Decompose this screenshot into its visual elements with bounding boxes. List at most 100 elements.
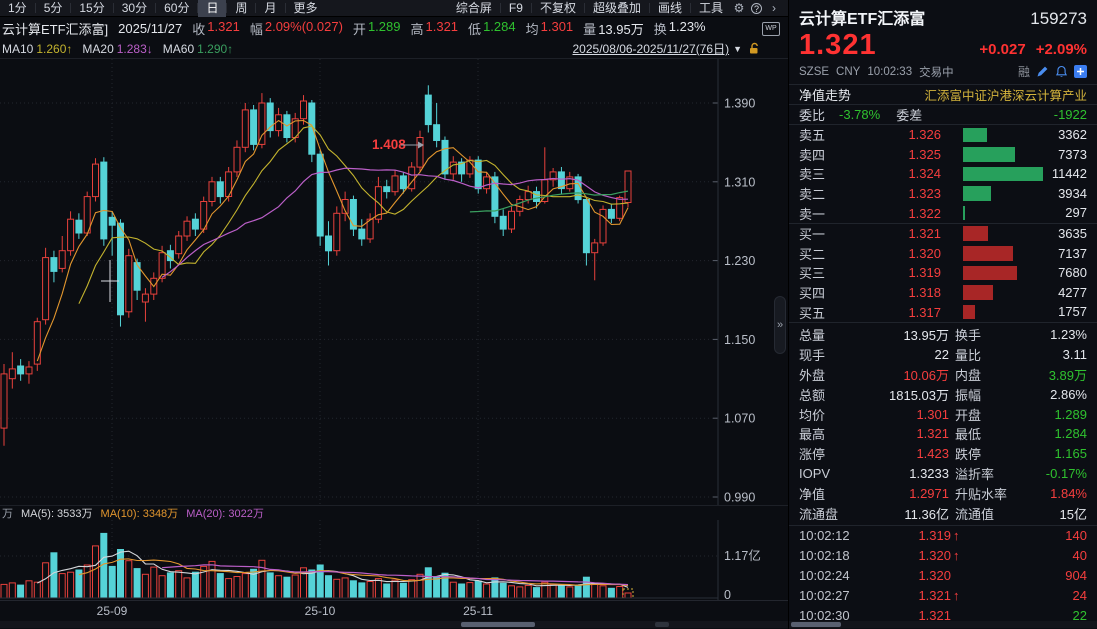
- stat-value: 10.06万: [903, 365, 949, 384]
- level-label: 卖四: [799, 145, 841, 164]
- price-change-pct: +2.09%: [1036, 41, 1087, 58]
- level-price: 1.326: [841, 127, 941, 142]
- ask-level-5[interactable]: 卖一1.322297: [789, 203, 1097, 223]
- stat-label: 最高: [799, 424, 825, 443]
- field-label: 均: [526, 19, 539, 38]
- ma-label: MA60: [163, 42, 194, 56]
- panel-collapse-handle[interactable]: »: [774, 296, 786, 354]
- bid-level-4[interactable]: 买四1.3184277: [789, 283, 1097, 303]
- ask-level-1[interactable]: 卖五1.3263362: [789, 125, 1097, 145]
- settings-gear-icon[interactable]: ⚙: [731, 1, 747, 15]
- stat-value: 2.86%: [1050, 387, 1087, 402]
- tab-period-4[interactable]: 30分: [114, 0, 155, 17]
- range-selector: 2025/08/06-2025/11/27(76日) ▼: [573, 40, 761, 57]
- volume-chart[interactable]: 1.17亿0: [0, 520, 788, 600]
- stat-value: 1.23%: [1050, 327, 1087, 342]
- add-watchlist-icon[interactable]: [1074, 65, 1087, 78]
- tab-period-2[interactable]: 5分: [36, 0, 71, 17]
- stat-row-1: 总量13.95万换手1.23%: [789, 325, 1097, 345]
- security-name: 云计算ETF汇添富: [799, 5, 925, 29]
- ask-level-4[interactable]: 卖二1.3233934: [789, 184, 1097, 204]
- stat-label: 开盘: [955, 405, 981, 424]
- level-price: 1.320: [841, 246, 941, 261]
- field-value: 1.23%: [669, 19, 706, 38]
- unlock-icon[interactable]: [748, 42, 760, 55]
- stat-row-9: 净值1.2971升贴水率1.84%: [789, 483, 1097, 503]
- date-range[interactable]: 2025/08/06-2025/11/27(76日): [573, 40, 730, 57]
- fund-name: 汇添富中证沪港深云计算产业: [924, 85, 1087, 104]
- panel-scrollbar-thumb[interactable]: [791, 622, 841, 627]
- candlestick-chart[interactable]: 1.3901.3101.2301.1501.0700.9901.408: [0, 58, 788, 505]
- field-value: 1.321: [426, 19, 459, 38]
- nav-row[interactable]: 净值走势 汇添富中证沪港深云计算产业: [789, 84, 1097, 104]
- toolbar-item-3[interactable]: 不复权: [532, 0, 584, 17]
- ma-values: MA101.260↑MA201.283↓MA601.290↑: [2, 42, 243, 56]
- tick-time: 10:02:27: [799, 588, 871, 603]
- trading-status: 交易中: [919, 64, 954, 80]
- chevron-right-icon[interactable]: ›: [766, 1, 782, 15]
- tick-row-2: 10:02:181.320↑40: [789, 546, 1097, 566]
- ma-label: MA10: [2, 42, 33, 56]
- stat-value: 1.2971: [909, 486, 949, 501]
- ask-level-3[interactable]: 卖三1.32411442: [789, 164, 1097, 184]
- stat-value: 11.36亿: [904, 504, 949, 523]
- tab-period-8[interactable]: 月: [256, 0, 284, 17]
- level-bar-zone: 4277: [963, 283, 1087, 303]
- chart-scrollbar: [0, 621, 788, 628]
- stat-label: 外盘: [799, 365, 825, 384]
- price-change: +0.027: [979, 41, 1025, 58]
- level-label: 卖三: [799, 164, 841, 183]
- edit-icon[interactable]: [1036, 65, 1049, 78]
- tab-period-5[interactable]: 60分: [156, 0, 197, 17]
- tick-up-arrow-icon: ↑: [953, 588, 969, 603]
- bid-level-2[interactable]: 买二1.3207137: [789, 244, 1097, 264]
- level-volume-bar: [963, 226, 988, 241]
- svg-text:1.17亿: 1.17亿: [724, 548, 761, 563]
- stat-label: 均价: [799, 405, 825, 424]
- date-axis-label: 25-11: [463, 604, 493, 618]
- toolbar-item-2[interactable]: F9: [501, 0, 531, 17]
- wp-icon[interactable]: WP: [762, 22, 780, 36]
- tick-list[interactable]: 10:02:121.319↑14010:02:181.320↑4010:02:2…: [789, 525, 1097, 626]
- tick-volume: 904: [1065, 568, 1087, 583]
- tick-up-arrow-icon: ↑: [953, 548, 969, 563]
- alert-bell-icon[interactable]: [1055, 65, 1068, 78]
- level-volume-bar: [963, 206, 965, 221]
- bid-level-3[interactable]: 买三1.3197680: [789, 263, 1097, 283]
- panel-scrollbar: [789, 621, 1097, 628]
- scrollbar-thumb[interactable]: [461, 622, 535, 627]
- tab-period-9[interactable]: 更多: [286, 0, 326, 17]
- tab-period-6[interactable]: 日: [198, 0, 226, 17]
- stat-value: -0.17%: [1046, 466, 1087, 481]
- stat-value: 1815.03万: [889, 385, 949, 404]
- toolbar-item-4[interactable]: 超级叠加: [585, 0, 649, 17]
- ask-level-2[interactable]: 卖四1.3257373: [789, 145, 1097, 165]
- weibi-value: -3.78%: [839, 107, 880, 122]
- quote-header: 云计算ETF汇添富 159273 1.321 +0.027 +2.09% SZS…: [789, 0, 1097, 84]
- tab-period-3[interactable]: 15分: [71, 0, 112, 17]
- field-label: 量: [583, 19, 596, 38]
- tick-price: 1.320: [871, 548, 951, 563]
- toolbar-item-6[interactable]: 工具: [691, 0, 731, 17]
- bid-level-1[interactable]: 买一1.3213635: [789, 224, 1097, 244]
- ask-levels: 卖五1.3263362卖四1.3257373卖三1.32411442卖二1.32…: [789, 124, 1097, 223]
- level-volume: 7137: [1058, 244, 1087, 264]
- stat-row-4: 总额1815.03万振幅2.86%: [789, 384, 1097, 404]
- svg-text:1.310: 1.310: [724, 175, 755, 189]
- stat-value: 15亿: [1060, 504, 1087, 523]
- stat-label: 振幅: [955, 385, 981, 404]
- toolbar-item-1[interactable]: 综合屏: [448, 0, 500, 17]
- help-icon[interactable]: ?: [751, 3, 762, 14]
- level-volume-bar: [963, 186, 991, 201]
- chart-region: 1分5分15分30分60分日周月更多 综合屏F9不复权超级叠加画线工具⚙?› 云…: [0, 0, 788, 629]
- stat-row-8: IOPV1.3233溢折率-0.17%: [789, 464, 1097, 484]
- chevron-down-icon[interactable]: ▼: [733, 44, 742, 54]
- stat-label: 现手: [799, 345, 825, 364]
- bid-level-5[interactable]: 买五1.3171757: [789, 302, 1097, 322]
- tab-period-1[interactable]: 1分: [0, 0, 35, 17]
- toolbar-item-5[interactable]: 画线: [650, 0, 690, 17]
- vol-ma-label-3: MA(20): 3022万: [186, 505, 264, 521]
- tab-period-7[interactable]: 周: [227, 0, 255, 17]
- partial-unit-label: 万: [2, 505, 13, 521]
- stats-grid: 总量13.95万换手1.23%现手22量比3.11外盘10.06万内盘3.89万…: [789, 322, 1097, 525]
